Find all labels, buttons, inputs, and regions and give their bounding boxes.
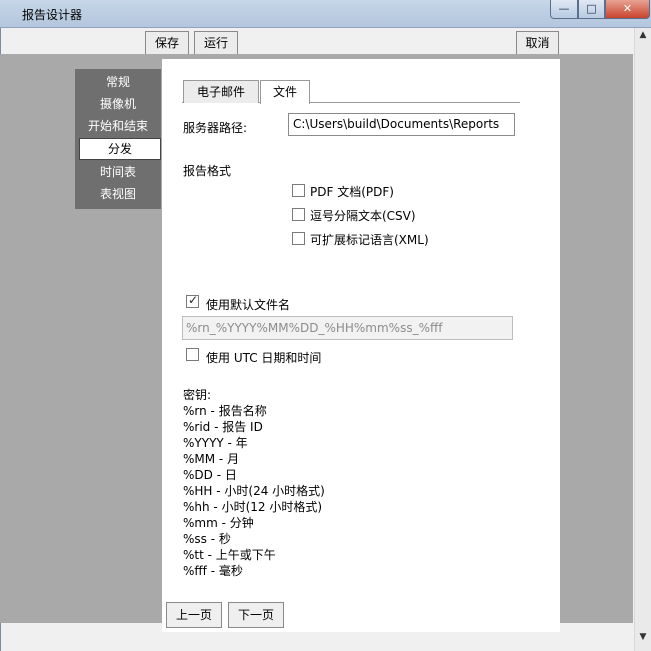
report-designer-window: 报告设计器 — □ ✕ ▲ ▼ 保存 运行 取消 常规 摄像机 开始和结束 分发… [0, 0, 651, 651]
sidebar-item-camera[interactable]: 摄像机 [75, 93, 161, 115]
csv-checkbox-label: 逗号分隔文本(CSV) [310, 209, 416, 223]
prev-page-button[interactable]: 上一页 [166, 602, 222, 628]
key-line: %YYYY - 年 [183, 436, 248, 450]
sidebar-item-table-view[interactable]: 表视图 [75, 183, 161, 205]
key-line: %MM - 月 [183, 452, 240, 466]
key-line: %ss - 秒 [183, 532, 231, 546]
default-filename-label: 使用默认文件名 [206, 298, 291, 312]
maximize-icon: □ [586, 2, 597, 15]
close-button[interactable]: ✕ [605, 0, 650, 19]
sidebar-item-general[interactable]: 常规 [75, 71, 161, 93]
xml-checkbox-label: 可扩展标记语言(XML) [310, 233, 429, 247]
utc-checkbox[interactable] [186, 348, 199, 361]
key-line: %rid - 报告 ID [183, 420, 263, 434]
tab-email[interactable]: 电子邮件 [183, 80, 259, 103]
save-button[interactable]: 保存 [145, 31, 189, 55]
sidebar-item-schedule[interactable]: 时间表 [75, 161, 161, 183]
utc-checkbox-label: 使用 UTC 日期和时间 [206, 351, 322, 365]
tab-file[interactable]: 文件 [260, 80, 310, 104]
sidebar-nav: 常规 摄像机 开始和结束 分发 时间表 表视图 [75, 69, 161, 209]
vertical-scrollbar[interactable]: ▲ ▼ [634, 28, 651, 651]
close-icon: ✕ [622, 2, 633, 15]
checkmark-icon: ✓ [188, 293, 199, 307]
sidebar-item-distribution[interactable]: 分发 [79, 138, 161, 160]
key-line: %mm - 分钟 [183, 516, 254, 530]
csv-checkbox[interactable] [292, 208, 305, 221]
next-page-button[interactable]: 下一页 [228, 602, 284, 628]
maximize-button[interactable]: □ [578, 0, 605, 19]
server-path-input[interactable]: C:\Users\build\Documents\Reports [288, 113, 515, 136]
key-line: %hh - 小时(12 小时格式) [183, 500, 323, 514]
keys-heading: 密钥: [183, 388, 212, 402]
scroll-down-arrow-icon[interactable]: ▼ [635, 632, 651, 648]
key-line: %tt - 上午或下午 [183, 548, 276, 562]
server-path-label: 服务器路径: [183, 121, 248, 135]
xml-checkbox[interactable] [292, 232, 305, 245]
report-format-label: 报告格式 [183, 164, 232, 178]
key-line: %DD - 日 [183, 468, 237, 482]
window-title: 报告设计器 [22, 8, 83, 22]
minimize-button[interactable]: — [550, 0, 578, 19]
filename-pattern-field: %rn_%YYYY%MM%DD_%HH%mm%ss_%fff [182, 316, 513, 340]
sidebar-item-start-end[interactable]: 开始和结束 [75, 115, 161, 137]
key-line: %fff - 毫秒 [183, 564, 243, 578]
default-filename-checkbox[interactable]: ✓ [186, 293, 199, 308]
scroll-up-arrow-icon[interactable]: ▲ [635, 30, 651, 46]
key-line: %rn - 报告名称 [183, 404, 267, 418]
pdf-checkbox[interactable] [292, 184, 305, 197]
run-button[interactable]: 运行 [194, 31, 238, 55]
minimize-icon: — [558, 2, 570, 15]
pdf-checkbox-label: PDF 文档(PDF) [310, 185, 394, 199]
title-bar: 报告设计器 — □ ✕ [0, 0, 651, 28]
cancel-button[interactable]: 取消 [516, 31, 559, 55]
key-line: %HH - 小时(24 小时格式) [183, 484, 325, 498]
